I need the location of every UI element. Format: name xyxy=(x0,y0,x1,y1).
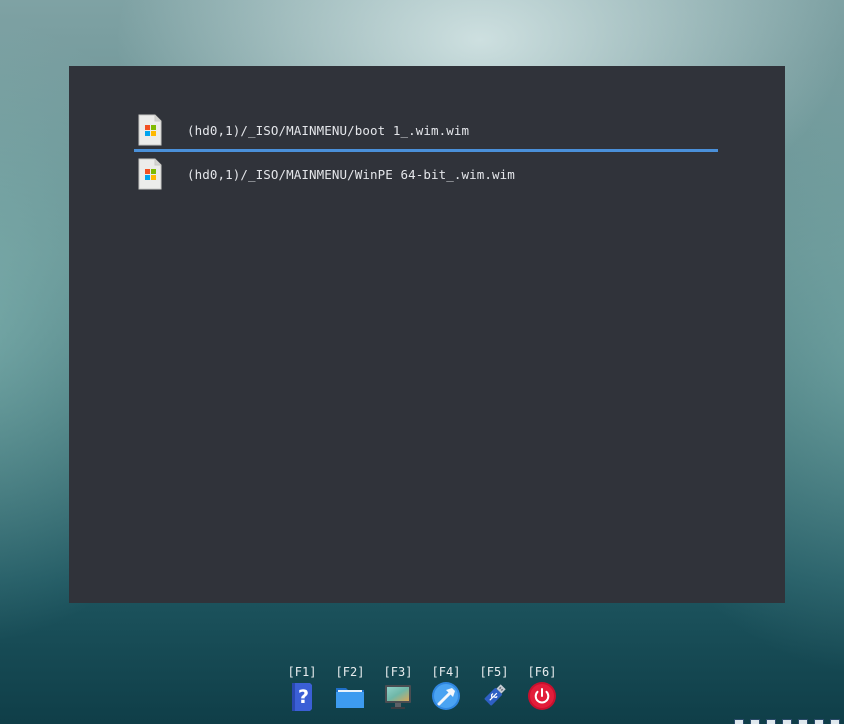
tray-icon xyxy=(798,719,808,724)
system-tray xyxy=(734,719,840,724)
f5-usb-button[interactable]: [F5] xyxy=(474,664,514,714)
tools-icon xyxy=(431,681,461,711)
function-key-bar: [F1] ? [F2] [F3] [F4] [F5] [F6] xyxy=(282,664,562,714)
tray-icon xyxy=(814,719,824,724)
fkey-label: [F2] xyxy=(335,665,365,679)
tray-icon xyxy=(750,719,760,724)
f6-power-button[interactable]: [F6] xyxy=(522,664,562,714)
fkey-label: [F3] xyxy=(383,665,413,679)
boot-menu-panel: (hd0,1)/_ISO/MAINMENU/boot 1_.wim.wim (h… xyxy=(69,66,785,603)
windows-file-icon xyxy=(137,114,163,146)
f2-file-manager-button[interactable]: [F2] xyxy=(330,664,370,714)
tray-icon xyxy=(782,719,792,724)
boot-entry-label: (hd0,1)/_ISO/MAINMENU/WinPE 64-bit_.wim.… xyxy=(187,166,515,182)
f4-tools-button[interactable]: [F4] xyxy=(426,664,466,714)
boot-entry-label: (hd0,1)/_ISO/MAINMENU/boot 1_.wim.wim xyxy=(187,122,470,138)
f1-help-button[interactable]: [F1] ? xyxy=(282,664,322,714)
tray-icon xyxy=(830,719,840,724)
folder-icon xyxy=(335,681,365,711)
usb-drive-icon xyxy=(479,681,509,711)
f3-display-button[interactable]: [F3] xyxy=(378,664,418,714)
tray-icon xyxy=(766,719,776,724)
fkey-label: [F5] xyxy=(479,665,509,679)
display-icon xyxy=(383,681,413,711)
boot-entry-winpe-64bit-wim[interactable]: (hd0,1)/_ISO/MAINMENU/WinPE 64-bit_.wim.… xyxy=(134,154,718,194)
power-icon xyxy=(527,681,557,711)
windows-file-icon xyxy=(137,158,163,190)
tray-icon xyxy=(734,719,744,724)
boot-entry-boot1-wim[interactable]: (hd0,1)/_ISO/MAINMENU/boot 1_.wim.wim xyxy=(134,111,718,152)
fkey-label: [F4] xyxy=(431,665,461,679)
help-icon: ? xyxy=(287,681,317,711)
fkey-label: [F1] xyxy=(287,665,317,679)
fkey-label: [F6] xyxy=(527,665,557,679)
svg-text:?: ? xyxy=(298,686,309,708)
